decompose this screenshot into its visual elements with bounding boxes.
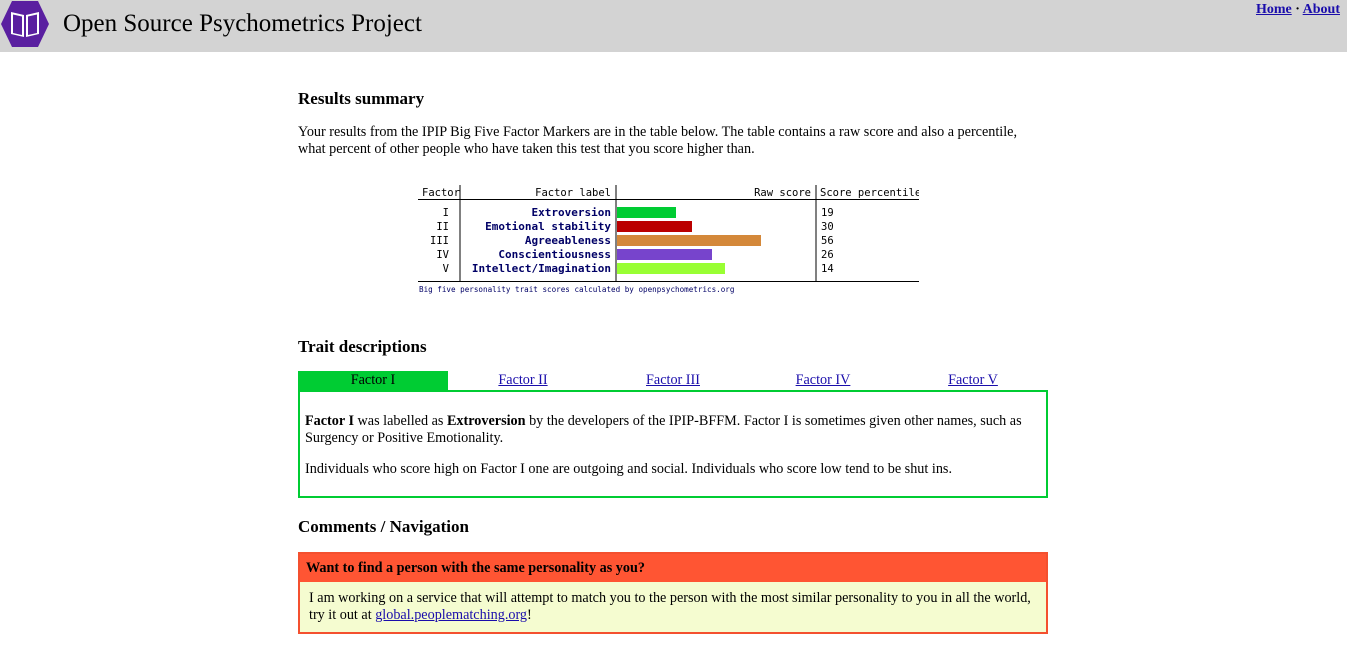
notice-body: I am working on a service that will atte…: [309, 590, 1039, 624]
factor-number: V: [443, 263, 450, 275]
percentile-value: 26: [821, 249, 834, 261]
peoplematching-notice: Want to find a person with the same pers…: [298, 552, 1048, 634]
tab-factor-5[interactable]: Factor V: [898, 371, 1048, 391]
tab-factor-2-link[interactable]: Factor II: [498, 372, 547, 388]
factor-tabs: Factor I Factor II Factor III Factor IV …: [298, 371, 1048, 391]
results-heading: Results summary: [298, 89, 425, 108]
notice-title: Want to find a person with the same pers…: [306, 560, 645, 576]
factor-number: II: [436, 221, 449, 233]
factor-number: I: [443, 207, 449, 219]
raw-score-bar: [617, 235, 761, 246]
tab-factor-3-link[interactable]: Factor III: [646, 372, 700, 388]
tab-factor-5-link[interactable]: Factor V: [948, 372, 998, 388]
chart-footer: Big five personality trait scores calcul…: [419, 285, 734, 294]
notice-header: Want to find a person with the same pers…: [300, 554, 1046, 582]
results-intro: Your results from the IPIP Big Five Fact…: [298, 124, 1018, 157]
comments-heading: Comments / Navigation: [298, 517, 469, 536]
percentile-value: 30: [821, 221, 834, 233]
factor-label: Intellect/Imagination: [472, 262, 611, 275]
tab-factor-4-link[interactable]: Factor IV: [796, 372, 851, 388]
about-link[interactable]: About: [1303, 2, 1340, 17]
header-score-percentile: Score percentile: [820, 187, 919, 199]
site-title: Open Source Psychometrics Project: [63, 10, 422, 37]
header-factor-label: Factor label: [535, 187, 611, 199]
nav-separator: ·: [1295, 2, 1300, 17]
raw-score-bar: [617, 263, 725, 274]
factor-label: Emotional stability: [485, 220, 611, 233]
factor-label: Extroversion: [532, 206, 611, 219]
tab-factor-1-label: Factor I: [350, 372, 396, 388]
trait-factor-name: Factor I: [305, 413, 354, 429]
book-icon[interactable]: [0, 0, 50, 48]
factor-label: Agreeableness: [525, 234, 611, 247]
trait-paragraph-2: Individuals who score high on Factor I o…: [305, 461, 952, 477]
header-raw-score: Raw score: [754, 187, 811, 199]
site-header: Open Source Psychometrics Project Home ·…: [0, 0, 1347, 52]
notice-end: !: [527, 607, 532, 623]
raw-score-bar: [617, 207, 676, 218]
trait-text-1: was labelled as: [353, 413, 447, 429]
tab-factor-3[interactable]: Factor III: [598, 371, 748, 391]
raw-score-bar: [617, 221, 692, 232]
tab-factor-4[interactable]: Factor IV: [748, 371, 898, 391]
percentile-value: 19: [821, 207, 834, 219]
peoplematching-link[interactable]: global.peoplematching.org: [375, 607, 527, 623]
tab-factor-2[interactable]: Factor II: [448, 371, 598, 391]
top-nav: Home · About: [1256, 2, 1340, 18]
trait-description-panel: Factor I was labelled as Extroversion by…: [298, 390, 1048, 498]
raw-score-bar: [617, 249, 712, 260]
factor-label: Conscientiousness: [498, 248, 611, 261]
header-factor: Factor: [422, 187, 460, 199]
trait-label: Extroversion: [446, 413, 526, 429]
percentile-value: 56: [821, 235, 834, 247]
home-link[interactable]: Home: [1256, 2, 1292, 17]
factor-number: IV: [436, 249, 449, 261]
traits-heading: Trait descriptions: [298, 337, 427, 356]
trait-paragraph-1: Factor I was labelled as Extroversion by…: [305, 413, 1040, 447]
tab-factor-1[interactable]: Factor I: [298, 371, 448, 391]
results-chart: Factor Factor label Raw score Score percent…: [418, 185, 919, 294]
factor-number: III: [430, 235, 449, 247]
percentile-value: 14: [821, 263, 834, 275]
